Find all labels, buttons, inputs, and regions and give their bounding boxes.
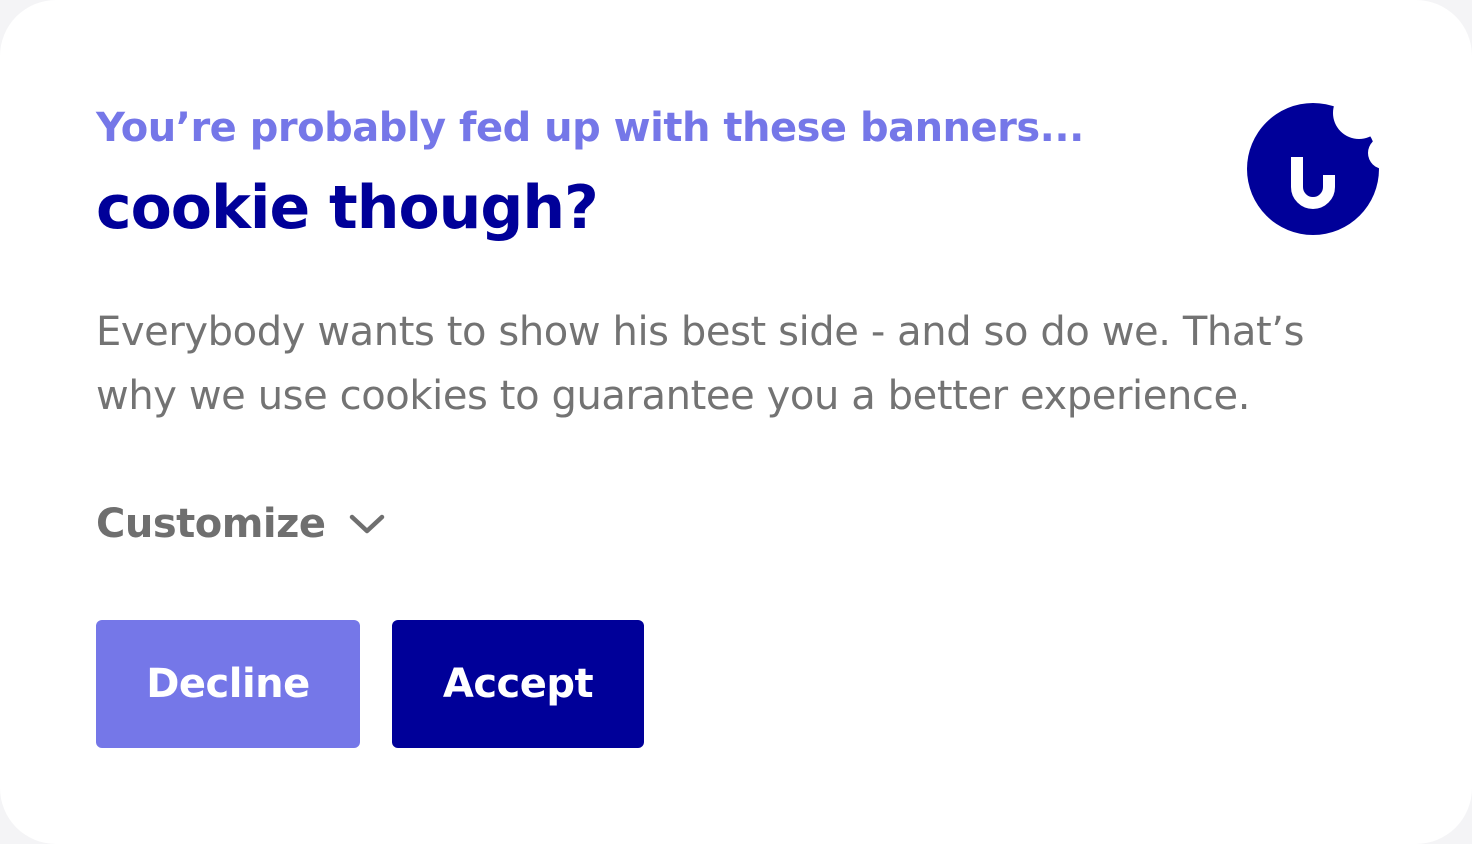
chevron-down-icon (349, 514, 384, 534)
banner-description: Everybody wants to show his best side - … (96, 309, 1305, 419)
customize-toggle[interactable]: Customize (96, 496, 386, 552)
cookie-banner: You’re probably fed up with these banner… (0, 0, 1472, 844)
banner-title: cookie though? (96, 173, 599, 243)
bitten-cookie-logo-icon (1247, 103, 1379, 235)
accept-button[interactable]: Accept (392, 620, 644, 748)
banner-eyebrow: You’re probably fed up with these banner… (96, 105, 1084, 151)
decline-button[interactable]: Decline (96, 620, 360, 748)
customize-label: Customize (96, 501, 326, 547)
